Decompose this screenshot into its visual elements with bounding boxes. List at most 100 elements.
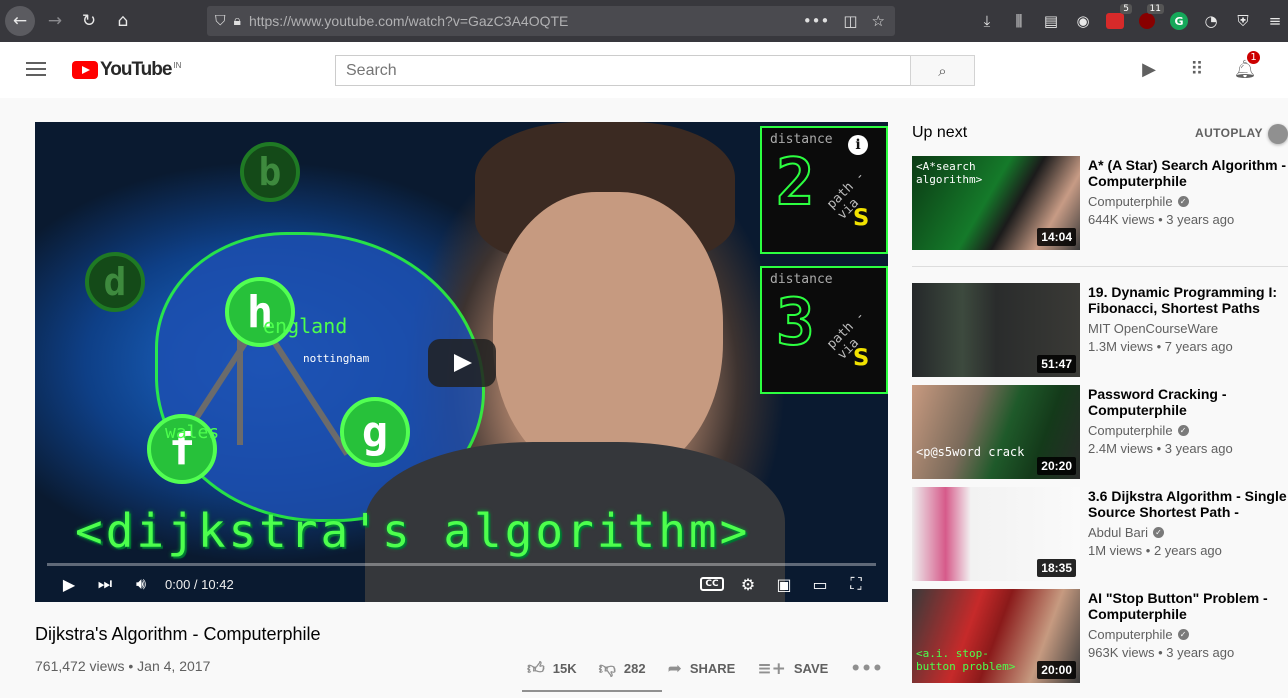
distance-word: distance [770,272,833,287]
thumbs-down-icon: 👎︎ [598,659,616,679]
playlist-add-icon: ≡+ [757,658,786,679]
ublock-icon[interactable]: 11 [1136,4,1164,32]
download-icon[interactable]: ⤓ [976,10,998,32]
more-actions-button[interactable]: ••• [850,659,883,679]
channel-name[interactable]: MIT OpenCourseWare [1088,321,1218,336]
channel-name[interactable]: Abdul Bari ✓ [1088,525,1164,540]
recommended-title[interactable]: 19. Dynamic Programming I: Fibonacci, Sh… [1088,284,1288,316]
verified-icon: ✓ [1177,425,1189,436]
channel-name[interactable]: Computerphile ✓ [1088,423,1189,438]
settings-icon[interactable]: ⚙ [730,566,766,602]
time-display: 0:00 / 10:42 [165,576,234,592]
extension-eyes-icon[interactable]: ◔ [1200,10,1222,32]
miniplayer-icon[interactable]: ▣ [766,566,802,602]
search-icon: ⌕ [938,61,947,80]
search-box[interactable] [335,55,911,86]
url-text[interactable]: https://www.youtube.com/watch?v=GazC3A4O… [249,13,803,29]
channel-name[interactable]: Computerphile ✓ [1088,194,1189,209]
share-label: SHARE [689,661,736,676]
create-video-icon[interactable]: ▶︎ [1138,58,1160,80]
like-button[interactable]: 👍︎ 15K [527,658,577,679]
recommended-title[interactable]: AI "Stop Button" Problem - Computerphile [1088,590,1288,622]
distance-value: 3 [775,285,816,361]
like-count: 15K [552,661,577,676]
theater-mode-icon[interactable]: ▭ [802,566,838,602]
channel-label[interactable]: Computerphile [1088,627,1173,642]
forward-icon[interactable]: → [41,7,69,35]
privacy-badger-icon[interactable]: ⛨ [1232,10,1254,32]
guide-menu-icon[interactable] [26,62,46,80]
url-bar[interactable]: ⛉ 🔒︎ https://www.youtube.com/watch?v=Gaz… [207,6,895,36]
video-thumbnail[interactable]: <p@s5word crack 20:20 [912,385,1080,479]
account-icon[interactable]: ◉ [1072,10,1094,32]
video-thumbnail[interactable]: <a.i. stop-button problem> 20:00 [912,589,1080,683]
graph-node: g [340,397,410,467]
channel-label[interactable]: Abdul Bari [1088,525,1148,540]
recommended-meta: 963K views • 3 years ago [1088,645,1235,660]
recommended-title[interactable]: Password Cracking - Computerphile [1088,386,1288,418]
youtube-logo[interactable]: YouTube IN [72,59,181,81]
channel-name[interactable]: Computerphile ✓ [1088,627,1189,642]
sidebar-icon[interactable]: ▤ [1040,10,1062,32]
info-icon[interactable]: i [848,135,868,155]
dislike-count: 282 [623,661,646,676]
large-play-button[interactable] [428,339,496,387]
bookmark-star-icon[interactable]: ☆ [872,12,885,30]
library-icon[interactable]: ⫼ [1008,10,1030,32]
video-thumbnail[interactable]: <A*search algorithm> 14:04 [912,156,1080,250]
reload-icon[interactable]: ↻ [75,7,103,35]
recommended-video[interactable]: <p@s5word crack 20:20 Password Cracking … [912,385,1288,479]
distance-unit: s [852,198,871,233]
video-player[interactable]: b d h f g england nottingham wales dista… [35,122,888,602]
dislike-button[interactable]: 👎︎ 282 [599,658,646,679]
youtube-logo-icon [72,61,98,79]
recommended-video[interactable]: <a.i. stop-button problem> 20:00 AI "Sto… [912,589,1288,683]
graph-node: b [240,142,300,202]
logo-region: IN [173,60,182,70]
save-button[interactable]: ≡+ SAVE [757,659,828,679]
recommended-title[interactable]: 3.6 Dijkstra Algorithm - Single Source S… [1088,488,1288,520]
recommended-video[interactable]: <A*search algorithm> 14:04 A* (A Star) S… [912,156,1288,250]
thumbnail-text: <p@s5word crack [916,445,1025,459]
channel-label[interactable]: MIT OpenCourseWare [1088,321,1218,336]
video-thumbnail[interactable]: 51:47 [912,283,1080,377]
map-label: nottingham [303,352,370,365]
more-icon: ••• [850,658,883,679]
recommended-video[interactable]: 18:35 3.6 Dijkstra Algorithm - Single So… [912,487,1288,581]
recommended-title[interactable]: A* (A Star) Search Algorithm - Computerp… [1088,157,1288,189]
page-actions-icon[interactable]: ••• [803,12,830,30]
channel-label[interactable]: Computerphile [1088,194,1173,209]
notifications-bell-icon[interactable]: 🔔︎ 1 [1234,49,1262,80]
back-icon[interactable]: ← [5,6,35,36]
player-controls: ▶ ⏭︎ 🔊︎ 0:00 / 10:42 CC ⚙ ▣ ▭ ⛶ [35,566,888,602]
video-thumbnail[interactable]: 18:35 [912,487,1080,581]
apps-grid-icon[interactable]: ⠿ [1186,58,1208,80]
menu-icon[interactable]: ≡ [1264,10,1286,32]
extension-red-icon[interactable]: 5 [1104,4,1132,32]
recommended-meta: 1.3M views • 7 years ago [1088,339,1233,354]
autoplay-label: AUTOPLAY [1195,126,1263,140]
home-icon[interactable]: ⌂ [109,7,137,35]
autoplay-toggle[interactable] [1268,124,1288,144]
search-input[interactable] [336,61,910,80]
video-title: Dijkstra's Algorithm - Computerphile [35,624,321,644]
volume-icon[interactable]: 🔊︎ [123,566,159,602]
channel-label[interactable]: Computerphile [1088,423,1173,438]
lock-icon[interactable]: 🔒︎ [234,13,241,29]
distance-panel: distance 2 path -via s [760,126,888,254]
pocket-icon[interactable]: ◫ [843,12,857,30]
fullscreen-icon[interactable]: ⛶ [838,566,874,602]
shield-icon[interactable]: ⛉ [215,13,226,29]
grammarly-icon[interactable]: G [1168,10,1190,32]
recommended-meta: 1M views • 2 years ago [1088,543,1222,558]
map-label: england [263,314,348,338]
captions-icon[interactable]: CC [694,566,730,602]
share-button[interactable]: ➦ SHARE [668,659,736,679]
recommended-video[interactable]: 51:47 19. Dynamic Programming I: Fibonac… [912,283,1288,377]
presenter-face [493,192,723,482]
play-icon[interactable]: ▶ [51,566,87,602]
map-label: wales [165,422,220,443]
next-icon[interactable]: ⏭︎ [87,566,123,602]
search-button[interactable]: ⌕ [910,55,975,86]
yt-header: YouTube IN ⌕ ▶︎ ⠿ 🔔︎1 [0,42,1288,98]
